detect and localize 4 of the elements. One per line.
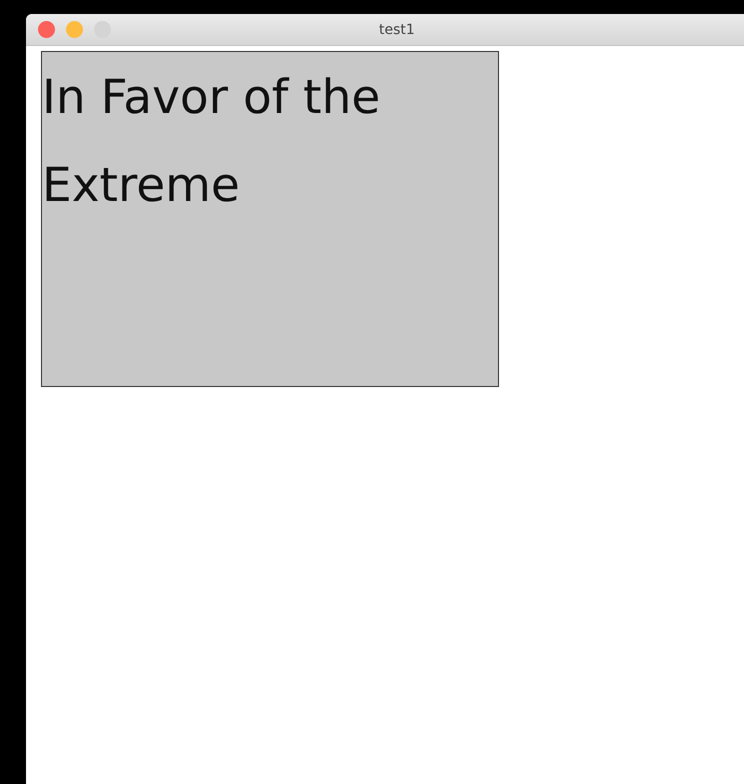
window-control-dot[interactable] bbox=[66, 21, 83, 38]
window-title: test1 bbox=[379, 22, 415, 38]
text-area[interactable]: In Favor of the Extreme bbox=[41, 51, 499, 387]
window-control-dot[interactable] bbox=[38, 21, 55, 38]
